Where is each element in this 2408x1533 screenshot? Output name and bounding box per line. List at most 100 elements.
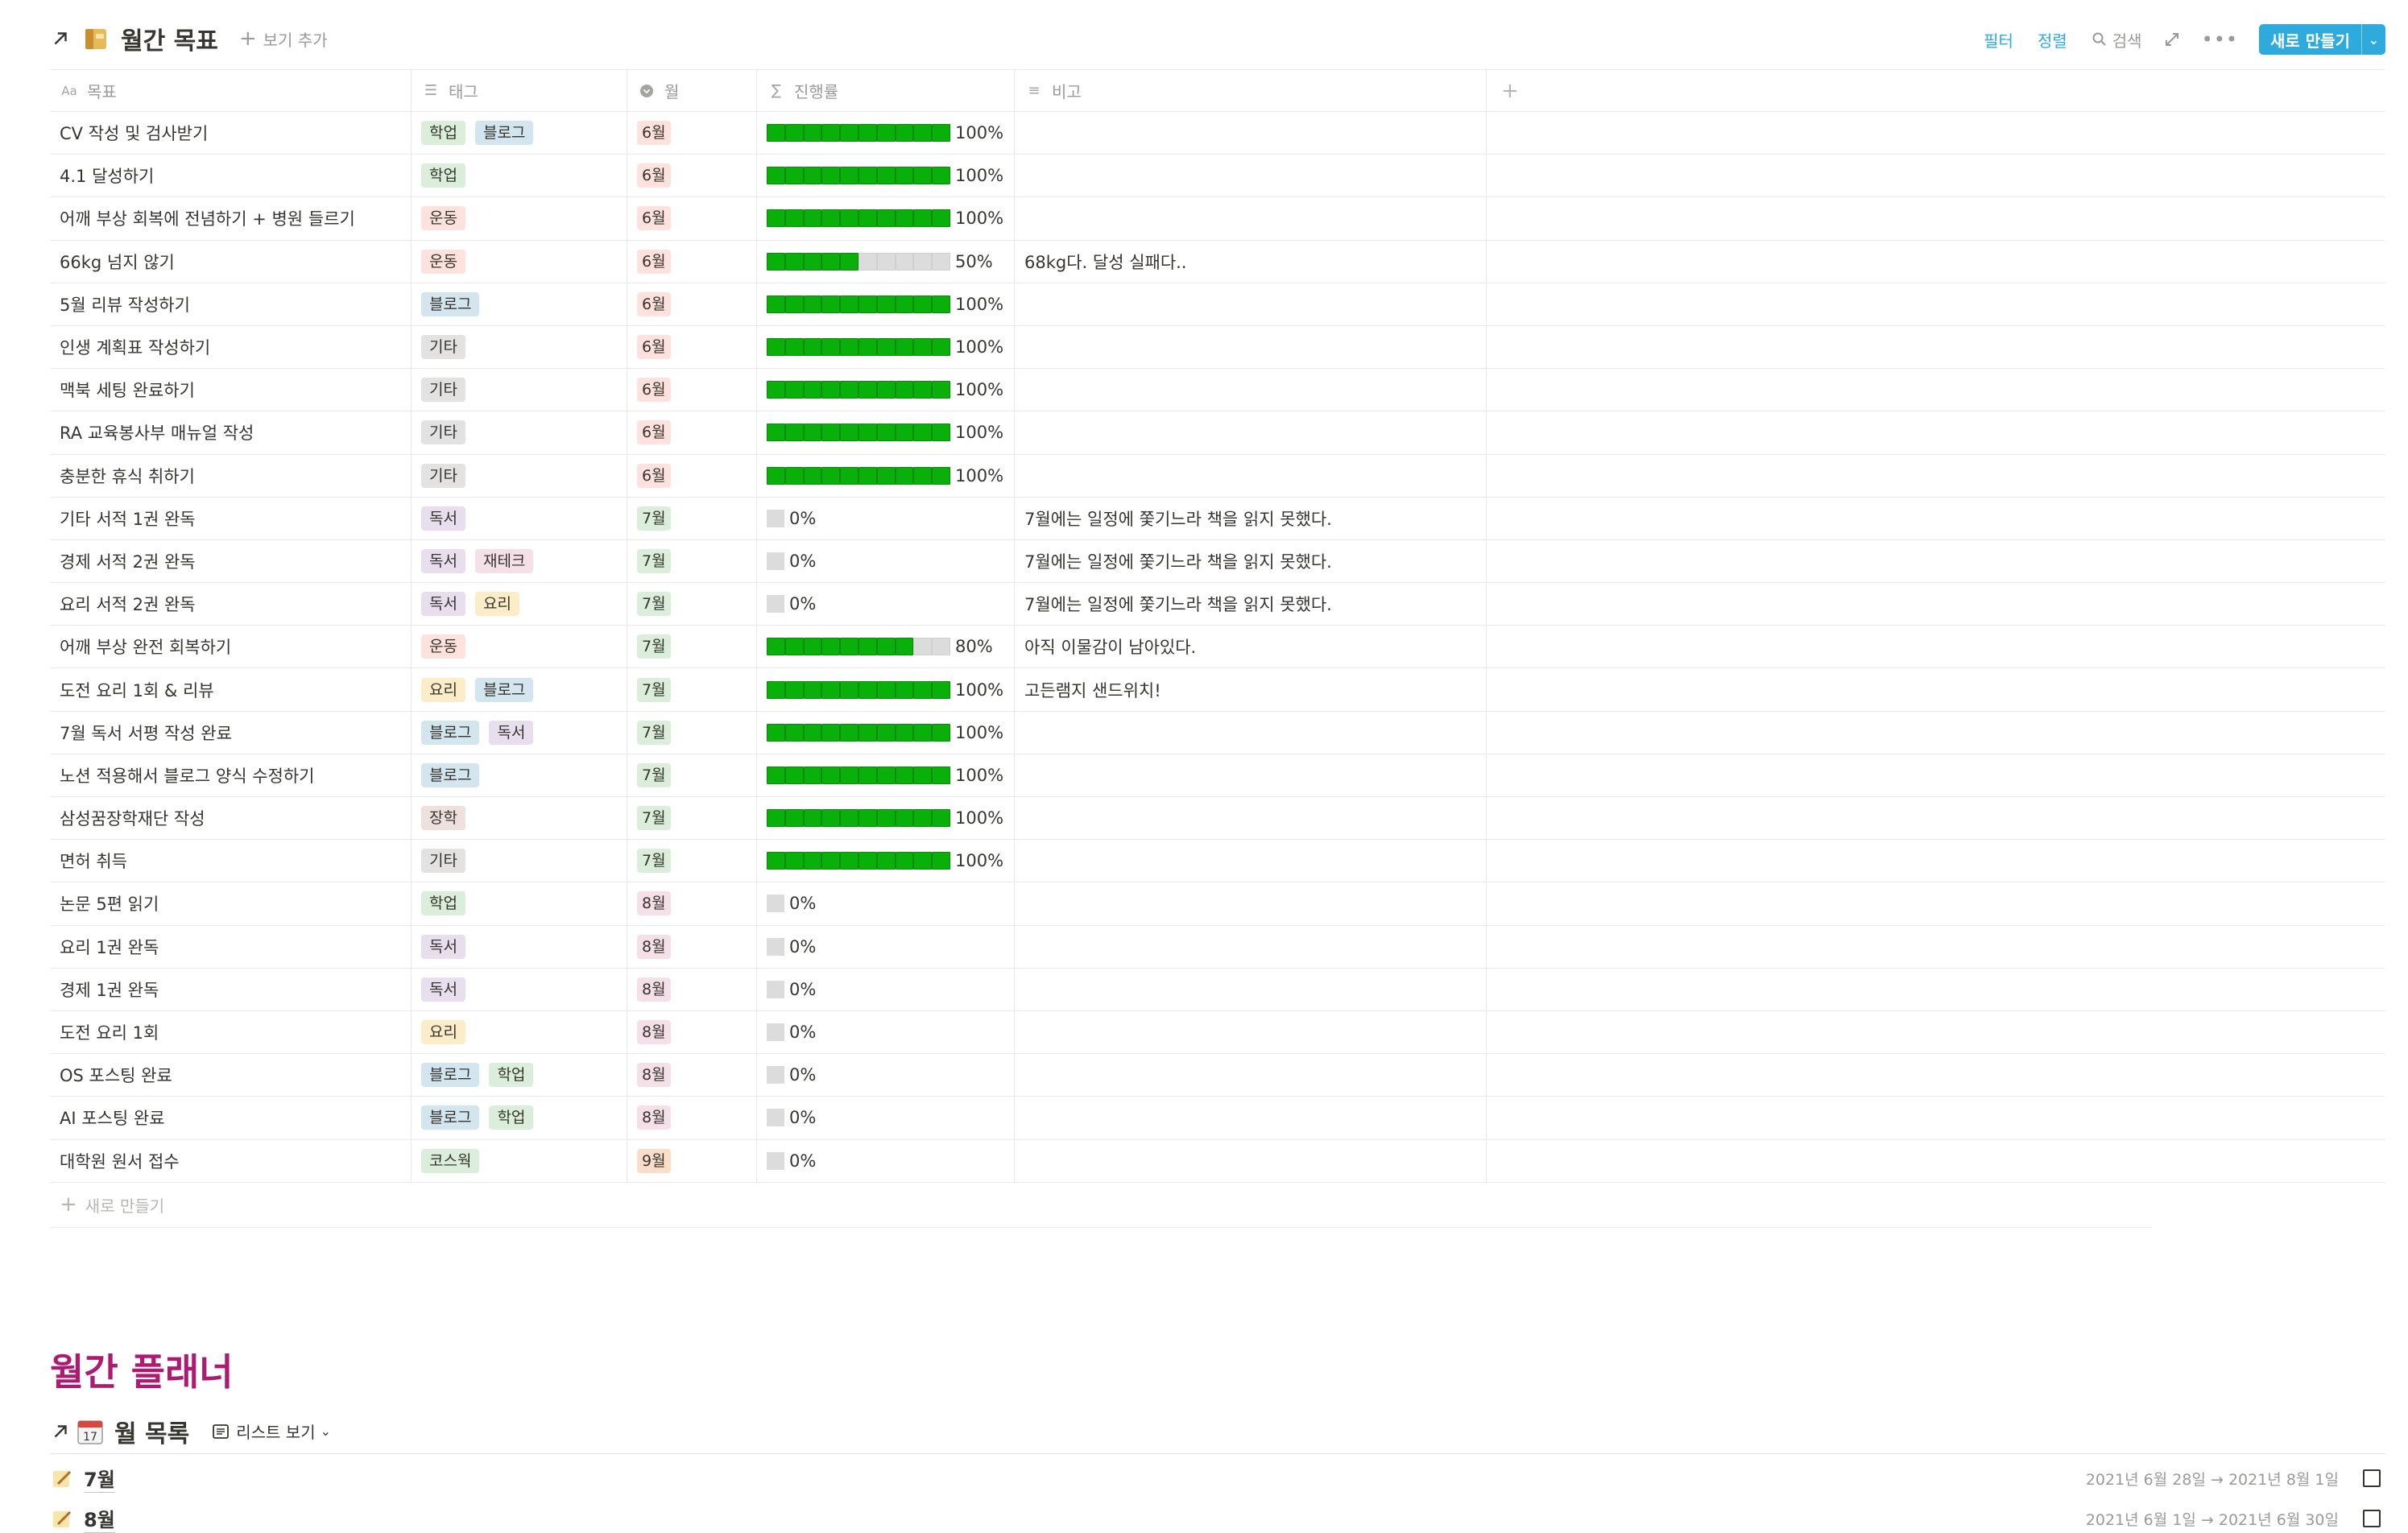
cell-tags[interactable]: 장학	[412, 797, 627, 840]
table-row[interactable]: 면허 취득 기타 7월 100%	[50, 840, 2385, 883]
cell-tags[interactable]: 기타	[412, 369, 627, 411]
cell-month[interactable]: 6월	[627, 325, 757, 369]
cell-note[interactable]	[1015, 968, 1487, 1010]
link-arrow-icon[interactable]	[50, 1421, 71, 1442]
cell-goal[interactable]: 7월 독서 서평 작성 완료	[50, 711, 412, 754]
cell-tags[interactable]: 요리	[412, 1010, 627, 1054]
cell-note[interactable]: 7월에는 일정에 쫓기느라 책을 읽지 못했다.	[1015, 583, 1487, 626]
cell-goal[interactable]: AI 포스팅 완료	[50, 1097, 412, 1139]
cell-goal[interactable]: 충분한 휴식 취하기	[50, 454, 412, 497]
cell-month[interactable]: 7월	[627, 711, 757, 754]
filter-button[interactable]: 필터	[1984, 28, 2013, 52]
table-row[interactable]: 7월 독서 서평 작성 완료 블로그 독서 7월 100%	[50, 711, 2385, 754]
table-row[interactable]: 충분한 휴식 취하기 기타 6월 100%	[50, 454, 2385, 498]
cell-month[interactable]: 9월	[627, 1139, 757, 1182]
cell-month[interactable]: 8월	[627, 882, 757, 925]
cell-note[interactable]	[1015, 1010, 1487, 1054]
cell-tags[interactable]: 기타	[412, 454, 627, 497]
column-header-goal[interactable]: Aa 목표	[50, 70, 412, 111]
add-view-button[interactable]: + 보기 추가	[239, 27, 328, 51]
table-row[interactable]: 4.1 달성하기 학업 6월 100%	[50, 155, 2385, 198]
cell-month[interactable]: 7월	[627, 797, 757, 840]
table-row[interactable]: 노션 적용해서 블로그 양식 수정하기 블로그 7월 100%	[50, 754, 2385, 797]
cell-month[interactable]: 6월	[627, 112, 757, 155]
table-row[interactable]: 5월 리뷰 작성하기 블로그 6월 100%	[50, 283, 2385, 326]
column-header-month[interactable]: 월	[627, 70, 757, 111]
cell-tags[interactable]: 블로그 독서	[412, 711, 627, 754]
cell-month[interactable]: 8월	[627, 1097, 757, 1139]
cell-goal[interactable]: 요리 서적 2권 완독	[50, 583, 412, 626]
cell-goal[interactable]: 어깨 부상 완전 회복하기	[50, 626, 412, 668]
table-row[interactable]: 논문 5편 읽기 학업 8월 0%	[50, 882, 2385, 926]
cell-month[interactable]: 7월	[627, 497, 757, 539]
cell-month[interactable]: 8월	[627, 925, 757, 968]
cell-month[interactable]: 6월	[627, 240, 757, 283]
month-list-title[interactable]: 월 목록	[114, 1414, 189, 1449]
cell-note[interactable]: 아직 이물감이 남아있다.	[1015, 626, 1487, 668]
cell-tags[interactable]: 운동	[412, 197, 627, 240]
cell-goal[interactable]: 인생 계획표 작성하기	[50, 325, 412, 369]
cell-goal[interactable]: 대학원 원서 접수	[50, 1139, 412, 1182]
table-row[interactable]: RA 교육봉사부 매뉴얼 작성 기타 6월 100%	[50, 411, 2385, 455]
cell-month[interactable]: 8월	[627, 1010, 757, 1054]
cell-note[interactable]	[1015, 1139, 1487, 1182]
cell-tags[interactable]: 블로그 학업	[412, 1097, 627, 1139]
table-row[interactable]: 기타 서적 1권 완독 독서 7월 0% 7월에는 일정에 쫓기느라 책을 읽지 못했다…	[50, 497, 2385, 540]
column-header-progress[interactable]: ∑ 진행률	[757, 70, 1015, 111]
cell-note[interactable]	[1015, 840, 1487, 882]
cell-tags[interactable]: 독서 요리	[412, 583, 627, 626]
table-row[interactable]: 경제 서적 2권 완독 독서 재테크 7월 0% 7월에는 일정에 쫓기느라 책을 읽지 …	[50, 539, 2385, 584]
table-row[interactable]: 어깨 부상 완전 회복하기 운동 7월 80% 아직 이물감이 남아있다.	[50, 626, 2385, 669]
cell-goal[interactable]: 맥북 세팅 완료하기	[50, 369, 412, 411]
cell-goal[interactable]: 요리 1권 완독	[50, 925, 412, 968]
table-row[interactable]: 66kg 넘지 않기 운동 6월 50% 68kg다. 달성 실패다..	[50, 240, 2385, 283]
cell-tags[interactable]: 기타	[412, 840, 627, 882]
cell-note[interactable]	[1015, 1097, 1487, 1139]
table-row[interactable]: 요리 서적 2권 완독 독서 요리 7월 0% 7월에는 일정에 쫓기느라 책을 읽지 못…	[50, 583, 2385, 626]
cell-note[interactable]: 7월에는 일정에 쫓기느라 책을 읽지 못했다.	[1015, 497, 1487, 539]
cell-month[interactable]: 7월	[627, 583, 757, 626]
cell-tags[interactable]: 기타	[412, 325, 627, 369]
cell-note[interactable]	[1015, 155, 1487, 197]
cell-goal[interactable]: 논문 5편 읽기	[50, 882, 412, 925]
cell-note[interactable]	[1015, 454, 1487, 497]
column-header-note[interactable]: ≡ 비고	[1015, 70, 1487, 111]
cell-goal[interactable]: CV 작성 및 검사받기	[50, 112, 412, 155]
cell-tags[interactable]: 요리 블로그	[412, 668, 627, 711]
cell-month[interactable]: 8월	[627, 1054, 757, 1097]
cell-note[interactable]	[1015, 925, 1487, 968]
cell-goal[interactable]: RA 교육봉사부 매뉴얼 작성	[50, 411, 412, 454]
table-row[interactable]: OS 포스팅 완료 블로그 학업 8월 0%	[50, 1054, 2385, 1097]
cell-note[interactable]: 7월에는 일정에 쫓기느라 책을 읽지 못했다.	[1015, 539, 1487, 583]
cell-note[interactable]	[1015, 411, 1487, 454]
cell-tags[interactable]: 운동	[412, 240, 627, 283]
cell-note[interactable]	[1015, 797, 1487, 840]
month-list-item[interactable]: 7월 2021년 6월 28일 → 2021년 8월 1일	[50, 1460, 2385, 1497]
sort-button[interactable]: 정렬	[2038, 28, 2067, 52]
table-row[interactable]: 인생 계획표 작성하기 기타 6월 100%	[50, 325, 2385, 370]
column-header-tags[interactable]: ☰ 태그	[412, 70, 627, 111]
cell-month[interactable]: 6월	[627, 411, 757, 454]
table-row[interactable]: 경제 1권 완독 독서 8월 0%	[50, 968, 2385, 1011]
cell-tags[interactable]: 학업	[412, 882, 627, 925]
cell-tags[interactable]: 학업	[412, 155, 627, 197]
cell-goal[interactable]: 경제 서적 2권 완독	[50, 539, 412, 583]
cell-goal[interactable]: 노션 적용해서 블로그 양식 수정하기	[50, 754, 412, 796]
cell-goal[interactable]: 도전 요리 1회	[50, 1010, 412, 1054]
chevron-down-icon[interactable]: ⌄	[2361, 24, 2385, 55]
cell-month[interactable]: 6월	[627, 197, 757, 240]
cell-note[interactable]	[1015, 325, 1487, 369]
cell-month[interactable]: 7월	[627, 668, 757, 711]
cell-tags[interactable]: 블로그	[412, 283, 627, 325]
cell-tags[interactable]: 운동	[412, 626, 627, 668]
cell-tags[interactable]: 블로그 학업	[412, 1054, 627, 1097]
cell-month[interactable]: 7월	[627, 840, 757, 882]
add-column-button[interactable]: +	[1487, 70, 2385, 111]
cell-tags[interactable]: 독서	[412, 925, 627, 968]
new-button[interactable]: 새로 만들기 ⌄	[2259, 24, 2385, 55]
checkbox[interactable]	[2363, 1510, 2381, 1527]
cell-note[interactable]	[1015, 283, 1487, 325]
cell-note[interactable]	[1015, 754, 1487, 796]
cell-month[interactable]: 6월	[627, 369, 757, 411]
cell-tags[interactable]: 코스웍	[412, 1139, 627, 1182]
